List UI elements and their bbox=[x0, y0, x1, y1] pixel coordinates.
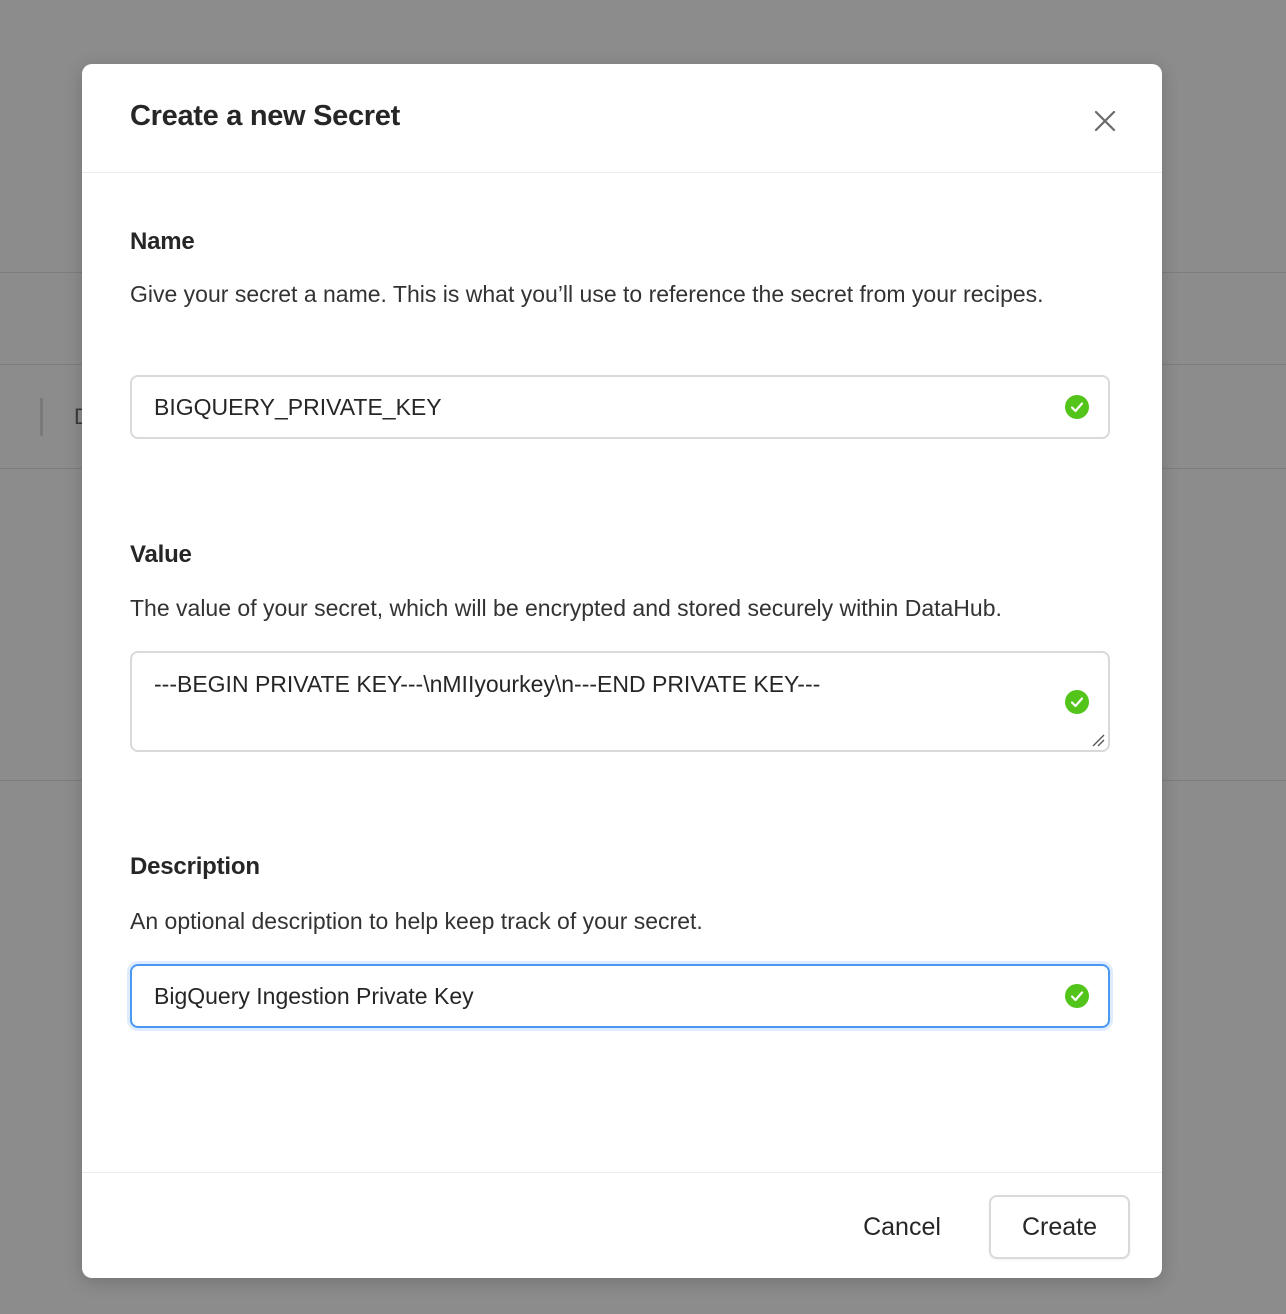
check-circle-icon bbox=[1065, 395, 1089, 419]
description-input[interactable]: BigQuery Ingestion Private Key bbox=[130, 964, 1110, 1028]
check-circle-icon bbox=[1065, 690, 1089, 714]
value-help-text: The value of your secret, which will be … bbox=[130, 595, 1002, 621]
description-label: Description bbox=[130, 853, 260, 880]
description-help-text: An optional description to help keep tra… bbox=[130, 908, 703, 934]
value-textarea[interactable]: ---BEGIN PRIVATE KEY---\nMIIyourkey\n---… bbox=[130, 651, 1110, 752]
create-secret-modal: Create a new Secret Name Give your secre… bbox=[82, 64, 1162, 1278]
name-input[interactable]: BIGQUERY_PRIVATE_KEY bbox=[130, 375, 1110, 439]
background-tab-indicator bbox=[40, 398, 43, 436]
description-input-value: BigQuery Ingestion Private Key bbox=[154, 983, 474, 1009]
close-icon bbox=[1094, 110, 1116, 132]
check-circle-icon bbox=[1065, 984, 1089, 1008]
close-button[interactable] bbox=[1088, 104, 1122, 138]
modal-header: Create a new Secret bbox=[82, 64, 1162, 173]
value-textarea-content: ---BEGIN PRIVATE KEY---\nMIIyourkey\n---… bbox=[154, 671, 821, 697]
cancel-button[interactable]: Cancel bbox=[844, 1203, 960, 1251]
value-label: Value bbox=[130, 541, 192, 568]
name-label: Name bbox=[130, 228, 195, 255]
modal-footer: Cancel Create bbox=[82, 1172, 1162, 1279]
modal-title: Create a new Secret bbox=[130, 100, 400, 132]
create-button[interactable]: Create bbox=[989, 1195, 1130, 1259]
name-help-text: Give your secret a name. This is what yo… bbox=[130, 281, 1044, 307]
name-input-value: BIGQUERY_PRIVATE_KEY bbox=[154, 394, 442, 420]
resize-handle-icon[interactable] bbox=[1090, 732, 1106, 748]
